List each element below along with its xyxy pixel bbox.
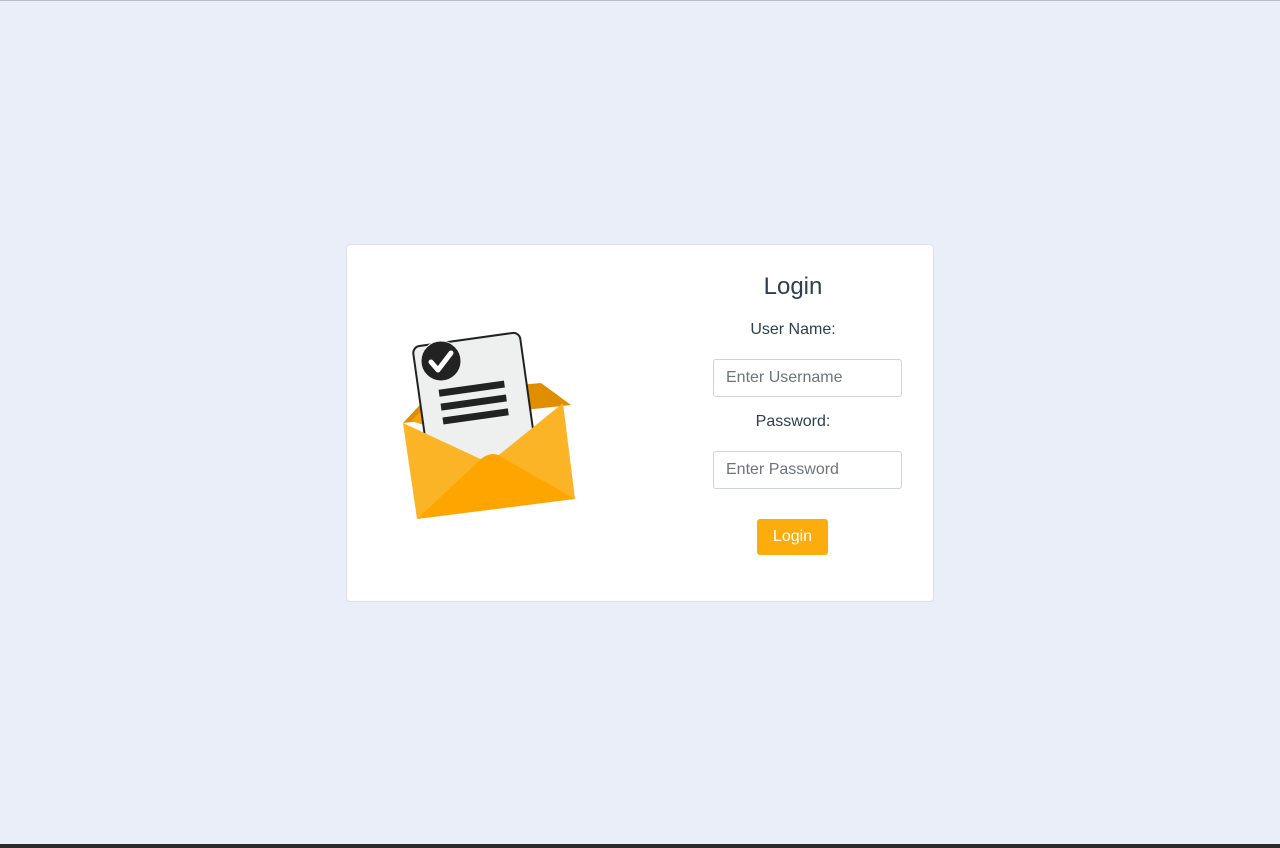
window-top-border: [0, 0, 1280, 1]
login-title: Login: [763, 273, 823, 300]
envelope-with-checked-document-icon: [403, 331, 575, 519]
login-card: Login User Name: Password: Login: [346, 244, 934, 602]
login-button[interactable]: Login: [757, 519, 828, 555]
envelope-illustration: [401, 327, 577, 521]
login-form: Login User Name: Password: Login: [713, 245, 902, 601]
password-input[interactable]: [713, 451, 902, 489]
username-label: User Name:: [750, 321, 836, 338]
username-input[interactable]: [713, 359, 902, 397]
window-bottom-border: [0, 844, 1280, 848]
password-label: Password:: [755, 413, 831, 430]
